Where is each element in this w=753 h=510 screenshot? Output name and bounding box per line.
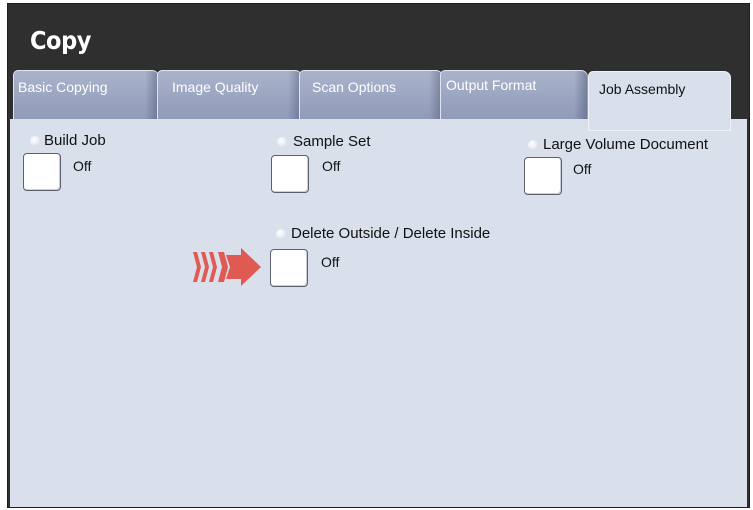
tab-label: Output Format [446, 77, 537, 93]
window-title: Copy [30, 26, 91, 55]
tab-label: Job Assembly [599, 81, 686, 97]
build-job-label: Build Job [44, 132, 106, 149]
large-volume-label: Large Volume Document [543, 136, 709, 153]
radio-indicator-icon [30, 136, 40, 146]
tab-basic-copying[interactable]: Basic Copying [13, 70, 159, 124]
tab-label: Basic Copying [18, 79, 108, 95]
sample-set-label: Sample Set [293, 133, 371, 150]
delete-outside-label: Delete Outside / Delete Inside [291, 225, 491, 242]
tab-image-quality[interactable]: Image Quality [157, 70, 302, 124]
tab-label: Image Quality [172, 79, 259, 95]
copy-window: Copy Basic Copying Image Quality Scan Op… [7, 3, 750, 508]
large-volume-value: Off [573, 161, 592, 177]
radio-indicator-icon [276, 229, 286, 239]
delete-outside-value: Off [321, 254, 340, 270]
build-job-button[interactable] [23, 153, 61, 191]
build-job-value: Off [73, 158, 92, 174]
sample-set-value: Off [322, 158, 341, 174]
radio-indicator-icon [528, 140, 538, 150]
sample-set-button[interactable] [271, 155, 309, 193]
radio-indicator-icon [277, 137, 287, 147]
tab-job-assembly[interactable]: Job Assembly [588, 71, 731, 131]
tab-scan-options[interactable]: Scan Options [299, 70, 443, 124]
right-arrow-icon [193, 248, 261, 286]
delete-outside-button[interactable] [270, 249, 308, 287]
large-volume-button[interactable] [524, 157, 562, 195]
tab-label: Scan Options [312, 79, 397, 95]
job-assembly-panel: Build Job Off Sample Set Off Large Volum… [10, 119, 747, 507]
tab-output-format[interactable]: Output Format [440, 70, 588, 124]
